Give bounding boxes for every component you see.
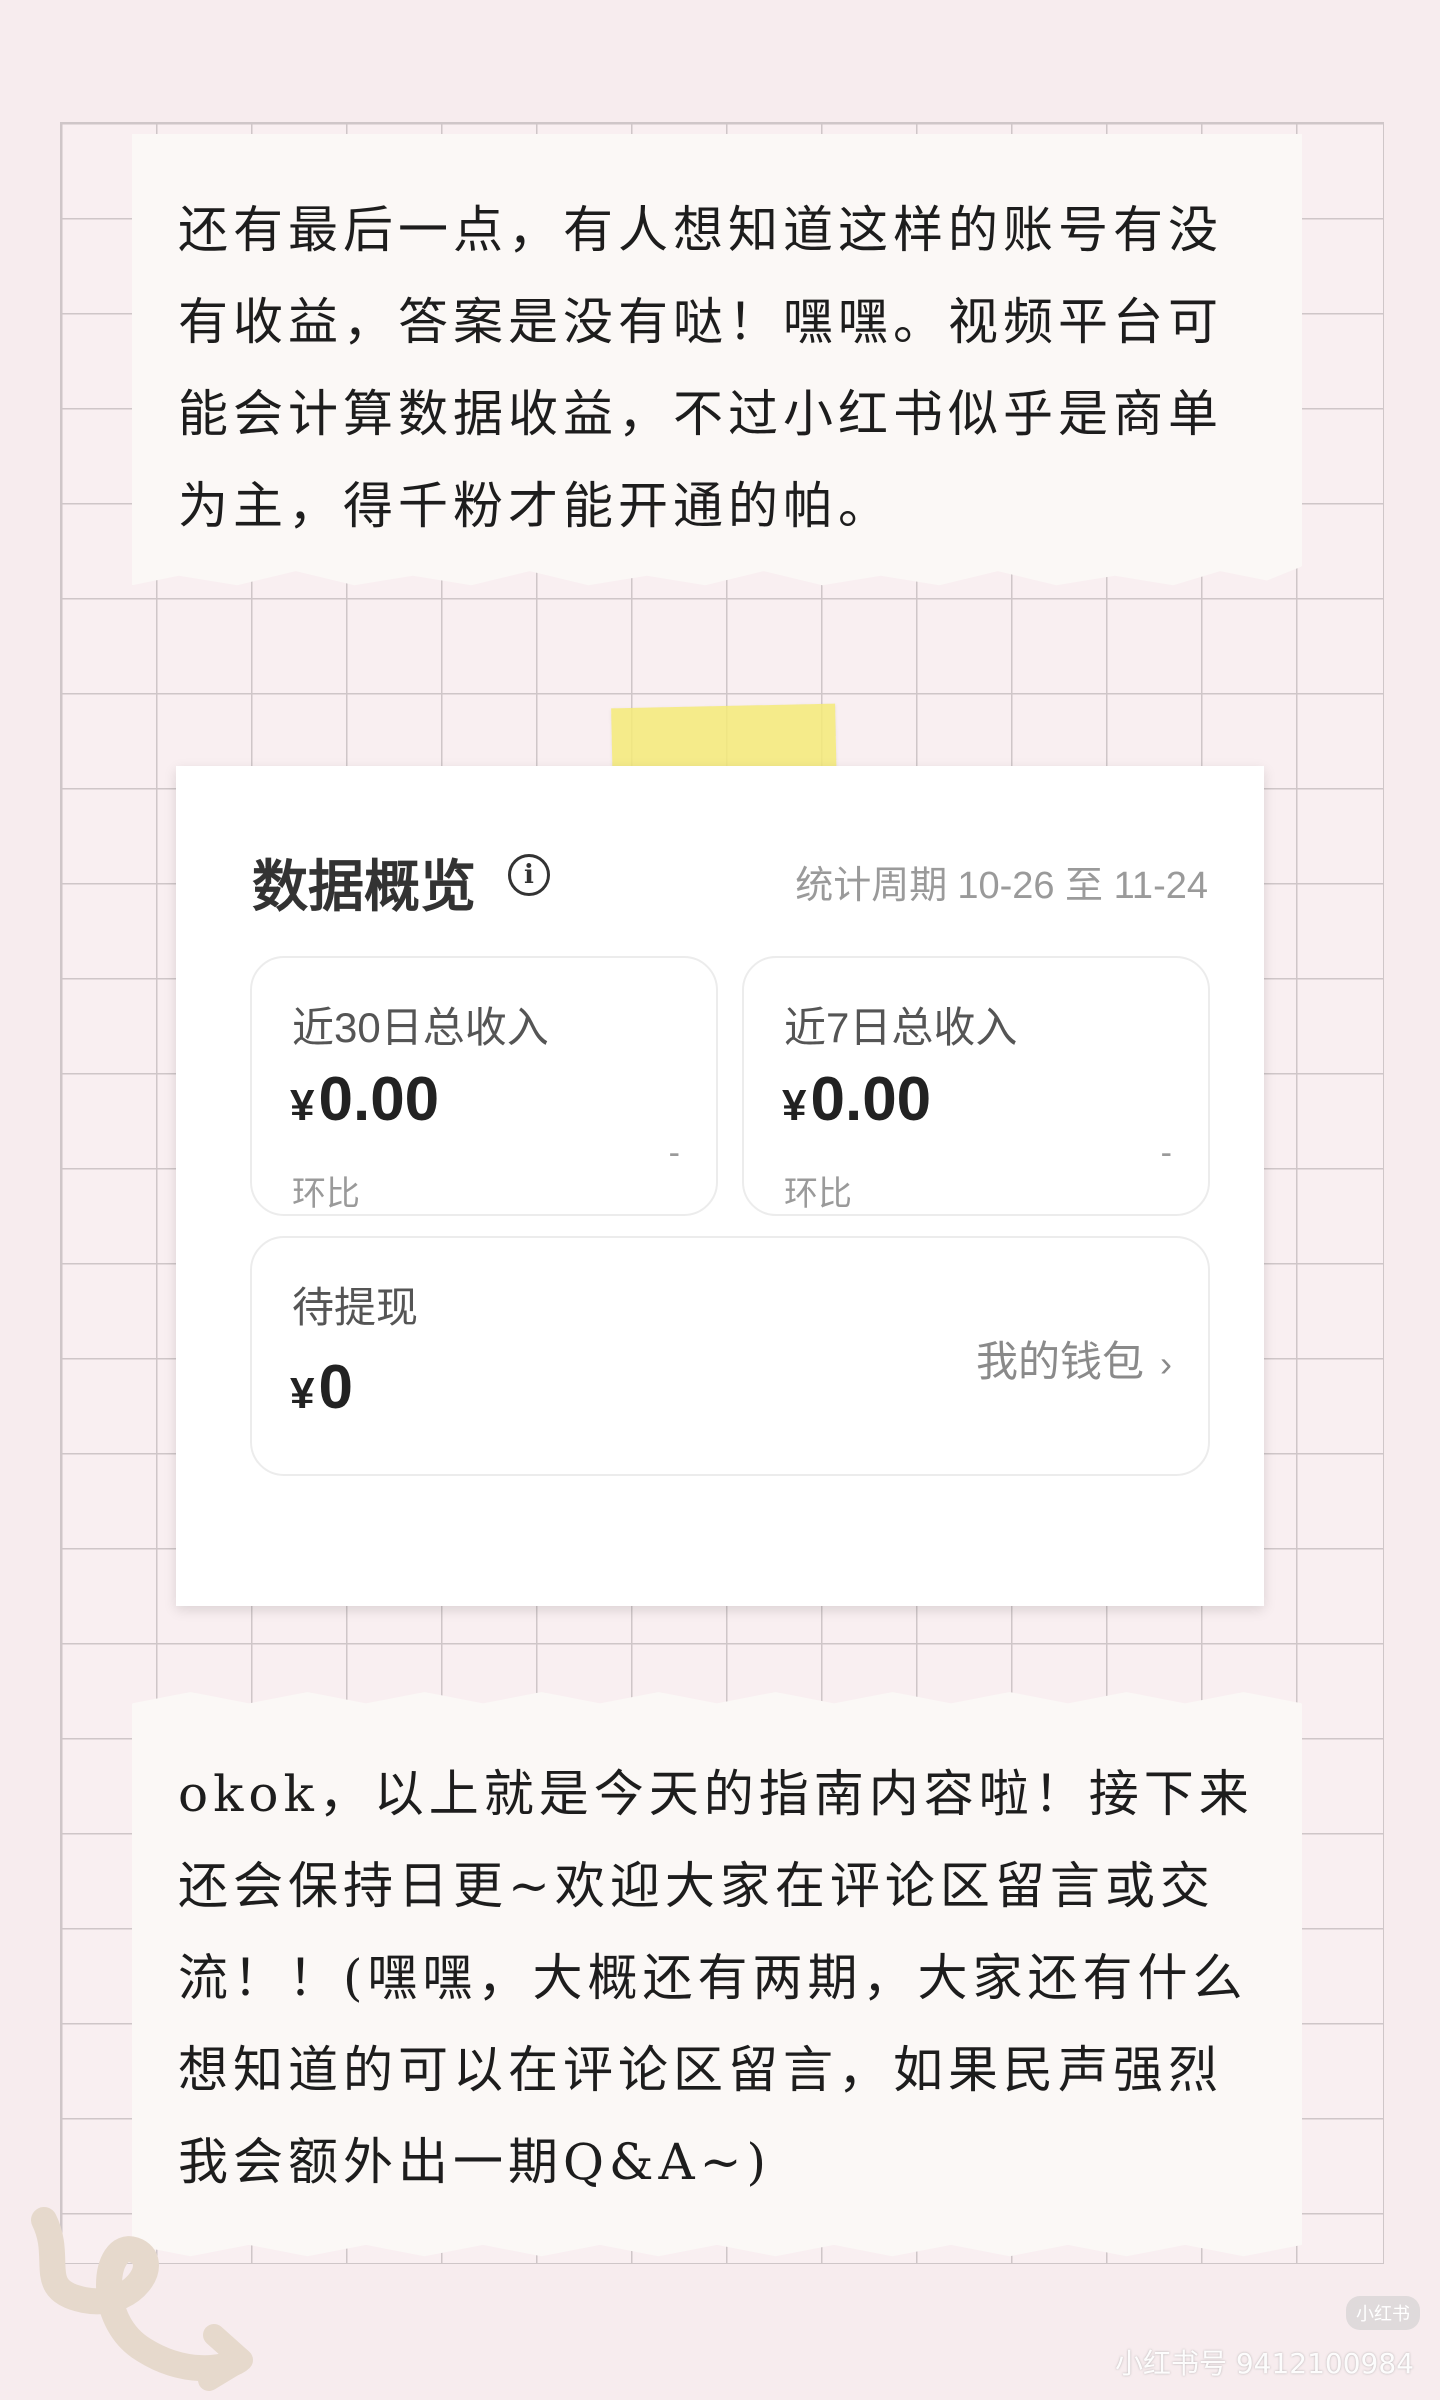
currency-symbol: ¥ bbox=[290, 1369, 315, 1418]
income-30-day-compare-label: 环比 bbox=[292, 1175, 360, 1213]
note-bottom-text: okok，以上就是今天的指南内容啦！接下来还会保持日更~欢迎大家在评论区留言或交… bbox=[178, 1765, 1254, 2191]
my-wallet-link[interactable]: 我的钱包 › bbox=[976, 1328, 1172, 1389]
income-30-day-amount: ¥0.00 bbox=[290, 1064, 439, 1135]
pending-withdrawal-card[interactable]: 待提现 ¥0 我的钱包 › bbox=[250, 1236, 1210, 1476]
currency-symbol: ¥ bbox=[782, 1081, 807, 1130]
overview-header: 数据概览 i 统计周期 10-26 至 11-24 bbox=[252, 842, 1208, 922]
xiaohongshu-id-watermark: 小红书号 9412100984 bbox=[1114, 2347, 1414, 2380]
income-30-day-value: 0.00 bbox=[318, 1065, 440, 1134]
income-30-day-change: - bbox=[668, 1134, 680, 1172]
income-7-day-label: 近7日总收入 bbox=[784, 1004, 1018, 1051]
income-7-day-value: 0.00 bbox=[810, 1065, 932, 1134]
overview-title: 数据概览 bbox=[252, 855, 476, 918]
income-7-day-compare-label: 环比 bbox=[784, 1175, 852, 1213]
income-7-day-amount: ¥0.00 bbox=[782, 1064, 931, 1135]
my-wallet-label: 我的钱包 bbox=[975, 1338, 1144, 1385]
income-7-day-card[interactable]: 近7日总收入 ¥0.00 环比 - bbox=[742, 956, 1210, 1216]
income-7-day-change: - bbox=[1160, 1134, 1172, 1172]
info-icon[interactable]: i bbox=[508, 854, 550, 896]
period-range: 10-26 至 11-24 bbox=[957, 865, 1208, 907]
income-30-day-card[interactable]: 近30日总收入 ¥0.00 环比 - bbox=[250, 956, 718, 1216]
note-top-text: 还有最后一点，有人想知道这样的账号有没有收益，答案是没有哒！嘿嘿。视频平台可能会… bbox=[178, 201, 1223, 535]
income-overview-screenshot: 数据概览 i 统计周期 10-26 至 11-24 近30日总收入 ¥0.00 环… bbox=[176, 766, 1264, 1606]
income-30-day-label: 近30日总收入 bbox=[292, 1004, 549, 1051]
squiggle-arrow-decoration bbox=[31, 2207, 253, 2391]
period-label: 统计周期 bbox=[795, 865, 948, 907]
stat-period: 统计周期 10-26 至 11-24 bbox=[795, 854, 1208, 909]
xiaohongshu-logo-badge: 小红书 bbox=[1346, 2296, 1420, 2330]
pending-withdrawal-amount: ¥0 bbox=[290, 1352, 353, 1423]
pending-withdrawal-label: 待提现 bbox=[292, 1284, 419, 1331]
note-paper-top: 还有最后一点，有人想知道这样的账号有没有收益，答案是没有哒！嘿嘿。视频平台可能会… bbox=[132, 134, 1302, 586]
pending-withdrawal-value: 0 bbox=[318, 1353, 353, 1422]
chevron-right-icon: › bbox=[1160, 1343, 1172, 1384]
currency-symbol: ¥ bbox=[290, 1081, 315, 1130]
note-paper-bottom: okok，以上就是今天的指南内容啦！接下来还会保持日更~欢迎大家在评论区留言或交… bbox=[132, 1692, 1302, 2257]
